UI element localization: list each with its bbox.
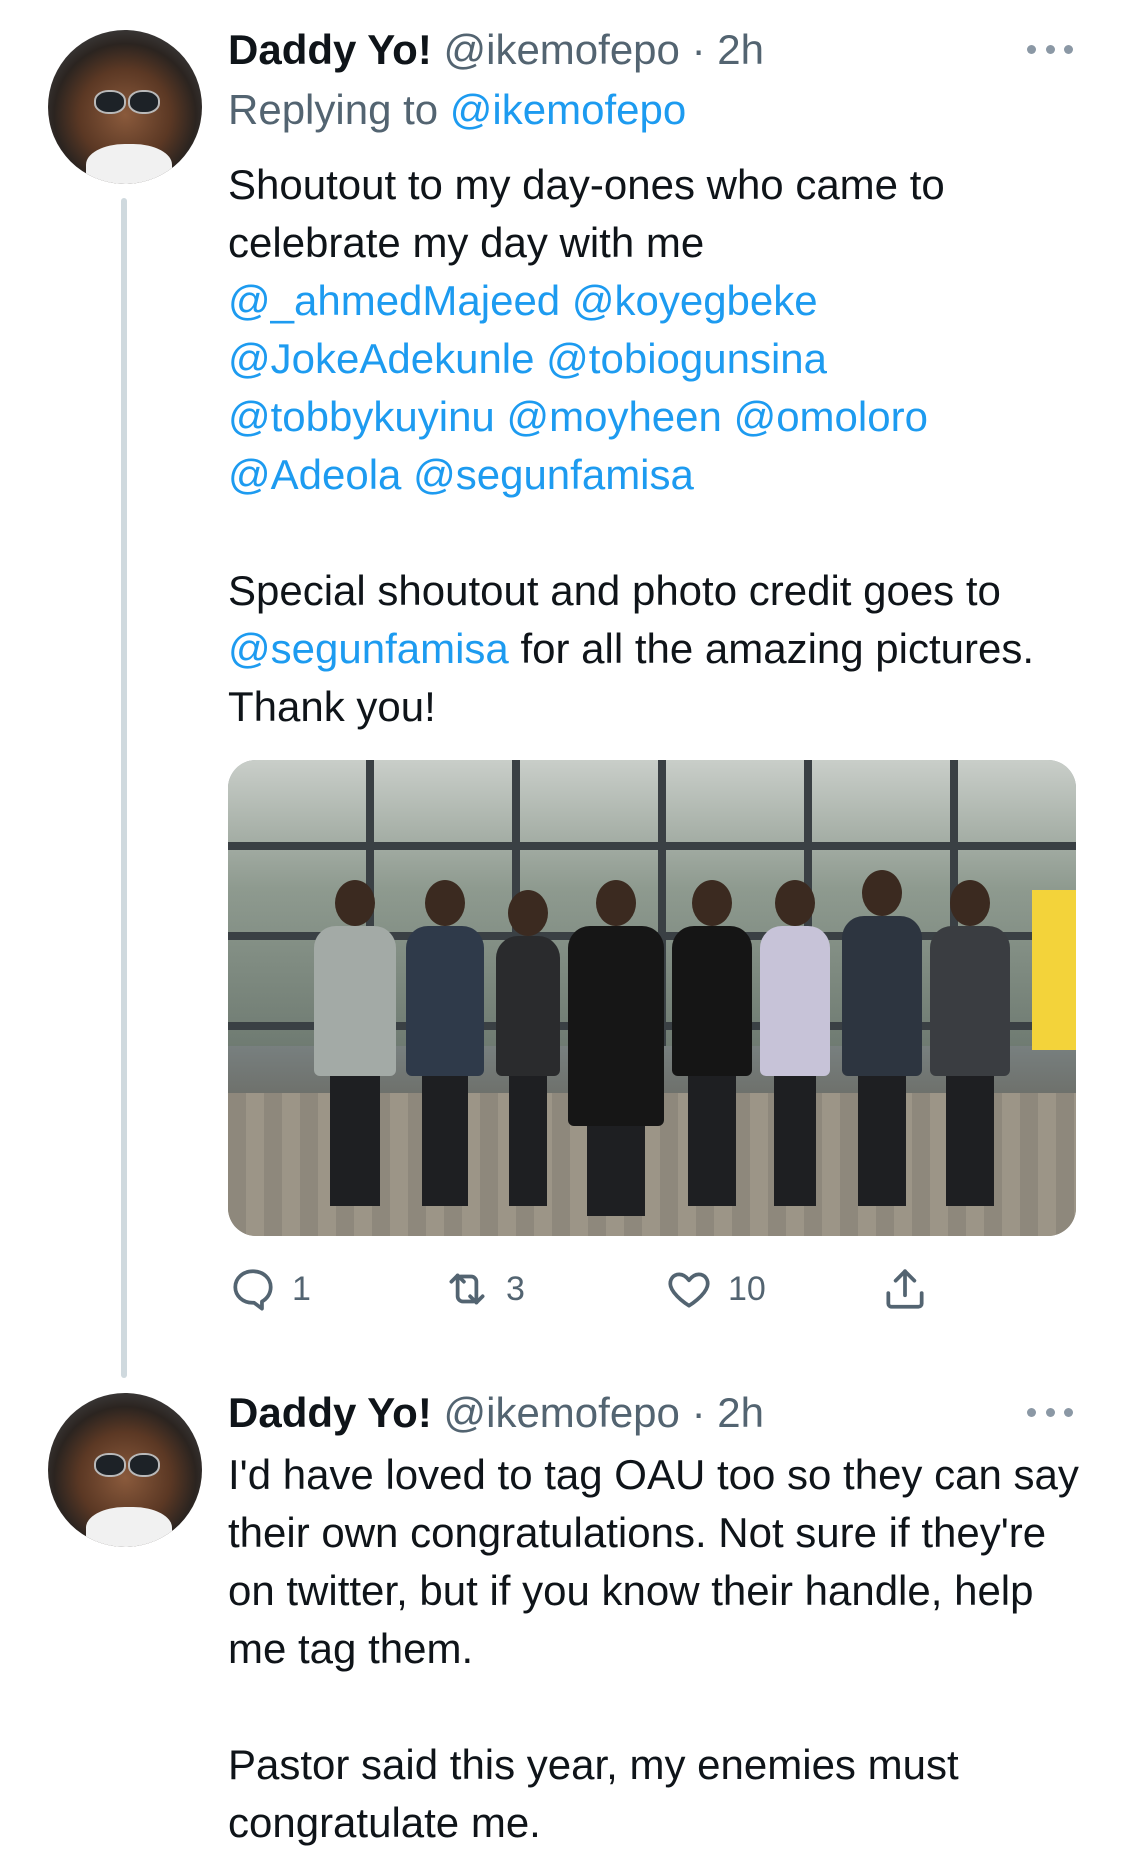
display-name[interactable]: Daddy Yo! [228,1389,432,1436]
person-figure [314,880,396,1206]
sunglasses-graphic [94,90,160,114]
share-button[interactable] [880,1262,930,1316]
yellow-sign-graphic [1032,890,1076,1050]
user-handle[interactable]: @ikemofepo [443,26,679,73]
mention-link[interactable]: @tobbykuyinu [228,393,495,440]
user-handle[interactable]: @ikemofepo [443,1389,679,1436]
avatar[interactable] [48,1393,202,1547]
mention-link[interactable]: @moyheen [506,393,721,440]
person-figure [496,890,560,1206]
mention-link[interactable]: @omoloro [734,393,928,440]
mention-link[interactable]: @segunfamisa [413,451,694,498]
mention-link[interactable]: @JokeAdekunle [228,335,535,382]
like-count: 10 [728,1269,766,1308]
tweet-paragraph: I'd have loved to tag OAU too so they ca… [228,1451,1079,1672]
reply-button[interactable]: 1 [228,1262,311,1316]
person-figure [568,880,664,1216]
sunglasses-graphic [94,1453,160,1477]
replying-to-handle[interactable]: @ikemofepo [450,86,686,133]
mention-link[interactable]: @tobiogunsina [546,335,827,382]
replying-to: Replying to @ikemofepo [228,84,686,136]
like-button[interactable]: 10 [664,1262,766,1316]
tweet[interactable]: Daddy Yo! @ikemofepo · 2h Replying to @i… [0,0,1125,1378]
retweet-count: 3 [506,1269,525,1308]
person-figure [760,880,830,1206]
tweet-photo[interactable] [228,760,1076,1236]
shirt-graphic [86,1507,172,1547]
shirt-graphic [86,144,172,184]
more-options-icon[interactable] [1027,1406,1073,1418]
replying-to-label: Replying to [228,86,450,133]
person-figure [930,880,1010,1206]
avatar[interactable] [48,30,202,184]
tweet-paragraph-text: Shoutout to my day-ones who came to cele… [228,161,945,266]
tweet-paragraph: Shoutout to my day-ones who came to cele… [228,156,1088,504]
tweet-header: Daddy Yo! @ikemofepo · 2h [228,1387,764,1439]
timestamp[interactable]: · 2h [680,26,764,73]
tweet[interactable]: Daddy Yo! @ikemofepo · 2h I'd have loved… [0,1375,1125,1875]
retweet-button[interactable]: 3 [442,1262,525,1316]
tweet-header: Daddy Yo! @ikemofepo · 2h [228,24,764,76]
person-figure [842,870,922,1206]
person-figure [672,880,752,1206]
timestamp[interactable]: · 2h [680,1389,764,1436]
more-options-icon[interactable] [1027,43,1073,55]
mention-link[interactable]: @Adeola [228,451,401,498]
tweet-actions: 1 3 10 [228,1262,988,1316]
display-name[interactable]: Daddy Yo! [228,26,432,73]
retweet-icon [449,1273,485,1305]
share-icon [886,1269,924,1309]
mention-link[interactable]: @segunfamisa [228,625,509,672]
tweet-text: I'd have loved to tag OAU too so they ca… [228,1446,1088,1852]
reply-icon [233,1269,273,1311]
thread-connector-line [121,198,127,1378]
tweet-text: Shoutout to my day-ones who came to cele… [228,156,1088,736]
reply-count: 1 [292,1269,311,1308]
tweet-paragraph: Special shoutout and photo credit goes t… [228,562,1088,736]
tweet-paragraph: Pastor said this year, my enemies must c… [228,1741,959,1846]
mention-link[interactable]: @_ahmedMajeed [228,277,560,324]
person-figure [406,880,484,1206]
mention-link[interactable]: @koyegbeke [572,277,818,324]
heart-icon [668,1272,710,1308]
tweet-paragraph-text: Special shoutout and photo credit goes t… [228,567,1001,614]
